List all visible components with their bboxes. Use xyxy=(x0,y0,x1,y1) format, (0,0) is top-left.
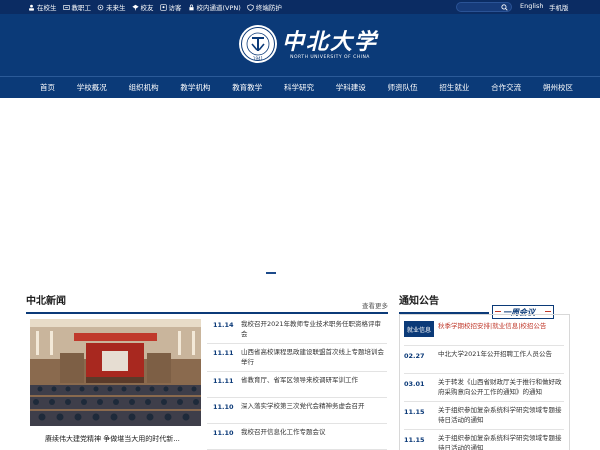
audience-link-label: 未来生 xyxy=(106,4,126,12)
brand-text: 中北大学 NORTH UNIVERSITY OF CHINA xyxy=(282,29,378,60)
student-icon xyxy=(29,4,34,11)
nav-item-organization[interactable]: 组织机构 xyxy=(129,82,159,93)
nav-item-education[interactable]: 教育教学 xyxy=(232,82,262,93)
audience-link-students[interactable]: 在校生 xyxy=(28,2,57,12)
badge-decoration xyxy=(495,311,501,312)
notice-category-tag: 就业信息 xyxy=(404,321,434,337)
seal-year: 1941 xyxy=(253,56,264,61)
audience-link-label: 终端防护 xyxy=(255,4,282,12)
list-item[interactable]: 11.15 关于组织参加复杂系统科学研究领域专题接待日活动的通知 xyxy=(404,402,564,430)
list-item[interactable]: 11.11 省教育厅、省军区领导来校调研军训工作 xyxy=(207,372,387,398)
news-date: 11.11 xyxy=(213,349,234,357)
notice-date: 11.15 xyxy=(404,436,425,444)
vpn-icon xyxy=(188,4,194,10)
nav-item-faculty[interactable]: 师资队伍 xyxy=(388,82,418,93)
list-item[interactable]: 11.15 关于组织参加复杂系统科学研究领域专题接待日活动的通知 xyxy=(404,430,564,450)
news-title[interactable]: 省教育厅、省军区领导来校调研军训工作 xyxy=(241,375,358,393)
notice-title[interactable]: 关于组织参加复杂系统科学研究领域专题接待日活动的通知 xyxy=(438,405,564,425)
notice-title[interactable]: 关于转发《山西省财政厅关于推行和做好政府采购意向公开工作的通知》的通知 xyxy=(438,377,564,397)
shield-icon xyxy=(247,3,254,11)
list-item[interactable]: 就业信息 秋季学期校招安排|就业信息|校招公告 xyxy=(404,318,564,346)
top-utility-bar: 在校生 教职工 未来生 校友 访客 校内通道(VPN) 终端防护 English xyxy=(0,0,600,14)
news-title[interactable]: 我校召开2021年教师专业技术职务任职资格评审会 xyxy=(241,319,387,339)
badge-decoration xyxy=(545,311,551,312)
visitor-icon xyxy=(159,3,167,11)
carousel-indicator[interactable] xyxy=(266,272,276,274)
search-icon[interactable] xyxy=(501,4,508,11)
site-logo[interactable]: 1941 中北大学 NORTH UNIVERSITY OF CHINA xyxy=(238,24,378,64)
notice-date: 02.27 xyxy=(404,352,425,360)
notice-title[interactable]: 关于组织参加复杂系统科学研究领域专题接待日活动的通知 xyxy=(438,433,564,450)
notice-date: 03.01 xyxy=(404,380,425,388)
nav-item-research[interactable]: 科学研究 xyxy=(284,82,314,93)
university-seal-icon: 1941 xyxy=(239,25,277,63)
news-date: 11.14 xyxy=(213,321,234,329)
audience-link-label: 教职工 xyxy=(71,4,92,12)
alumni-icon xyxy=(131,4,139,10)
news-list: 11.14 我校召开2021年教师专业技术职务任职资格评审会 11.11 山西省高校… xyxy=(207,316,387,450)
news-section-title: 中北新闻 xyxy=(26,296,66,307)
nav-item-admissions[interactable]: 招生就业 xyxy=(439,82,469,93)
audience-link-future-students[interactable]: 未来生 xyxy=(97,2,126,12)
audience-links: 在校生 教职工 未来生 校友 访客 校内通道(VPN) 终端防护 xyxy=(28,2,282,12)
news-date: 11.10 xyxy=(213,429,234,437)
audience-link-terminal-protection[interactable]: 终端防护 xyxy=(247,2,282,12)
news-title[interactable]: 我校召开信息化工作专题会议 xyxy=(241,427,326,445)
news-photo[interactable] xyxy=(30,319,201,426)
future-student-icon xyxy=(97,4,104,10)
notice-title[interactable]: 中北大学2021年公开招聘工作人员公告 xyxy=(438,349,552,359)
search-input[interactable] xyxy=(456,2,512,12)
news-title[interactable]: 深入落实学校第三次党代会精神务虚会召开 xyxy=(241,401,365,419)
nav-item-cooperation[interactable]: 合作交流 xyxy=(491,82,521,93)
main-nav: 首页 学校概况 组织机构 教学机构 教育教学 科学研究 学科建设 师资队伍 招生… xyxy=(0,76,600,98)
logo-chinese-name: 中北大学 xyxy=(282,28,379,55)
audience-link-label: 校内通道(VPN) xyxy=(196,4,241,12)
list-item[interactable]: 11.14 我校召开2021年教师专业技术职务任职资格评审会 xyxy=(207,316,387,344)
nav-item-shuozhou-campus[interactable]: 朔州校区 xyxy=(543,82,573,93)
audience-link-staff[interactable]: 教职工 xyxy=(62,2,92,12)
list-item[interactable]: 11.10 深入落实学校第三次党代会精神务虚会召开 xyxy=(207,398,387,424)
news-date: 11.11 xyxy=(213,377,234,385)
list-item[interactable]: 03.01 关于转发《山西省财政厅关于推行和做好政府采购意向公开工作的通知》的通知 xyxy=(404,374,564,402)
english-link[interactable]: English xyxy=(520,2,543,10)
news-date: 11.10 xyxy=(213,403,234,411)
mobile-version-link[interactable]: 手机版 xyxy=(549,2,569,12)
notice-title[interactable]: 秋季学期校招安排|就业信息|校招公告 xyxy=(438,321,546,331)
notices-list: 就业信息 秋季学期校招安排|就业信息|校招公告 02.27 中北大学2021年公开招… xyxy=(404,318,564,450)
list-item[interactable]: 11.11 山西省高校课程思政建设联盟首次线上专题培训会举行 xyxy=(207,344,387,372)
news-photo-caption[interactable]: 赓续伟大建党精神 争做堪当大用的时代新... xyxy=(45,434,180,444)
news-more-link[interactable]: 查看更多 xyxy=(362,300,388,310)
notices-section-title: 通知公告 xyxy=(399,296,439,307)
notice-date: 11.15 xyxy=(404,408,425,416)
nav-item-home[interactable]: 首页 xyxy=(40,82,55,93)
audience-link-alumni[interactable]: 校友 xyxy=(131,2,154,12)
list-item[interactable]: 11.10 我校召开信息化工作专题会议 xyxy=(207,424,387,450)
audience-link-label: 在校生 xyxy=(37,4,57,12)
site-header: 1941 中北大学 NORTH UNIVERSITY OF CHINA xyxy=(0,14,600,76)
hero-banner xyxy=(0,98,600,283)
staff-icon xyxy=(62,4,70,10)
audience-link-vpn[interactable]: 校内通道(VPN) xyxy=(188,2,241,12)
logo-english-name: NORTH UNIVERSITY OF CHINA xyxy=(290,54,370,60)
list-item[interactable]: 02.27 中北大学2021年公开招聘工作人员公告 xyxy=(404,346,564,374)
audience-link-visitors[interactable]: 访客 xyxy=(159,2,182,12)
nav-item-academic-units[interactable]: 教学机构 xyxy=(180,82,210,93)
audience-link-label: 访客 xyxy=(168,4,182,12)
nav-item-about[interactable]: 学校概况 xyxy=(77,82,107,93)
news-title[interactable]: 山西省高校课程思政建设联盟首次线上专题培训会举行 xyxy=(241,347,387,367)
nav-item-disciplines[interactable]: 学科建设 xyxy=(336,82,366,93)
audience-link-label: 校友 xyxy=(140,4,154,12)
news-divider xyxy=(26,312,388,314)
